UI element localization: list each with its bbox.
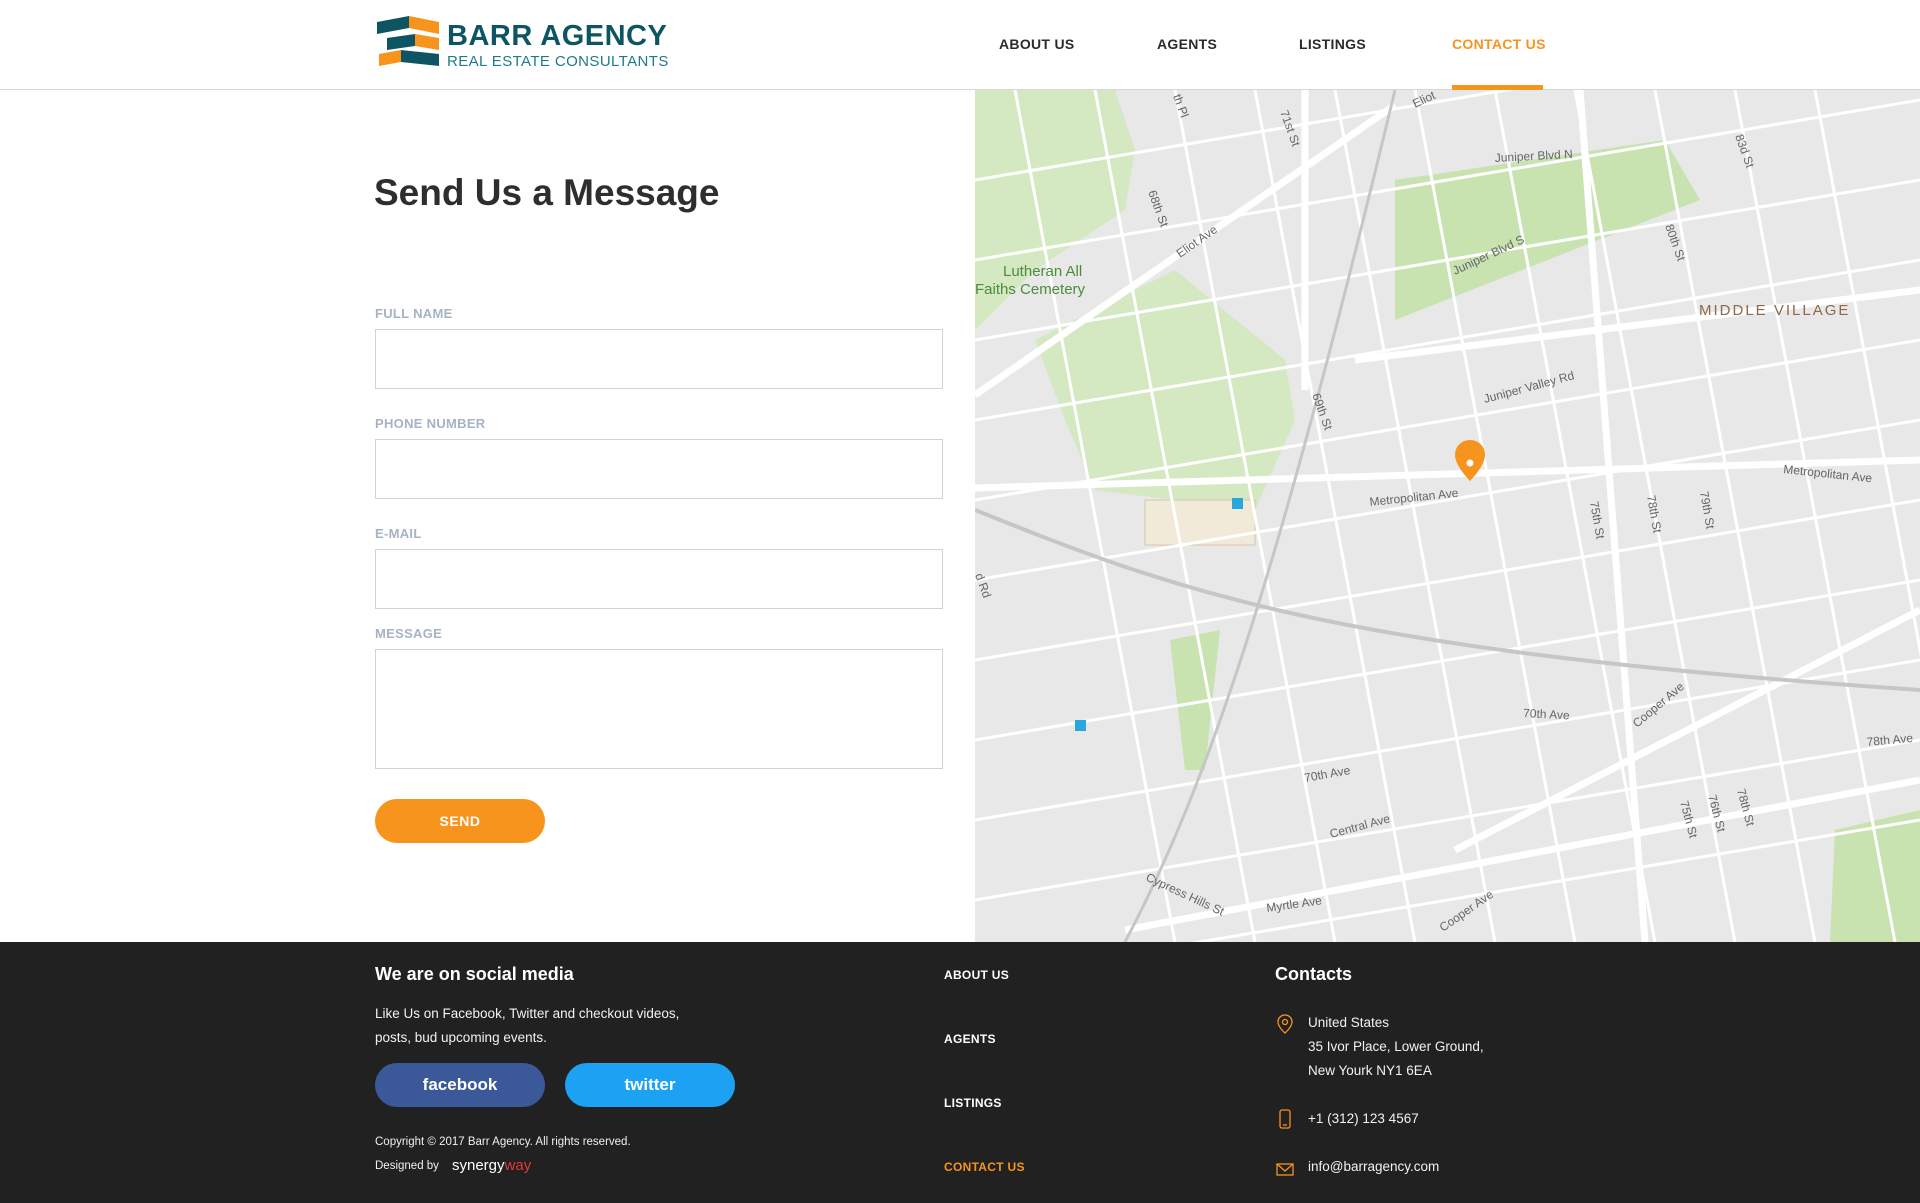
place-label-1: Lutheran All	[1003, 263, 1082, 280]
nav-about-us[interactable]: ABOUT US	[999, 36, 1075, 52]
location-map[interactable]: MIDDLE VILLAGE Lutheran All Faiths Cemet…	[975, 90, 1920, 942]
contact-phone[interactable]: +1 (312) 123 4567	[1308, 1107, 1419, 1131]
footer-link-about-us[interactable]: ABOUT US	[944, 968, 1009, 982]
address-line-1: United States	[1308, 1015, 1390, 1030]
facebook-button[interactable]: facebook	[375, 1063, 545, 1107]
designed-by-label: Designed by	[375, 1160, 439, 1172]
email-label: E-MAIL	[375, 526, 422, 541]
address-line-3: New Yourk NY1 6EA	[1308, 1063, 1432, 1078]
social-heading: We are on social media	[375, 964, 574, 984]
email-input[interactable]	[375, 549, 943, 609]
site-header: BARR AGENCY REAL ESTATE CONSULTANTS ABOU…	[0, 0, 1920, 90]
email-icon	[1276, 1163, 1294, 1176]
send-button[interactable]: SEND	[375, 799, 545, 843]
location-icon	[1277, 1014, 1293, 1034]
address-line-2: 35 Ivor Place, Lower Ground,	[1308, 1039, 1484, 1054]
brand-name: BARR AGENCY	[447, 20, 668, 52]
full-name-label: FULL NAME	[375, 306, 453, 321]
footer-link-agents[interactable]: AGENTS	[944, 1032, 996, 1046]
metro-icon-2	[1075, 720, 1086, 731]
copyright-text: Copyright © 2017 Barr Agency. All rights…	[375, 1136, 631, 1148]
footer-link-listings[interactable]: LISTINGS	[944, 1096, 1002, 1110]
contact-email[interactable]: info@barragency.com	[1308, 1155, 1439, 1179]
street-label: 70th Ave	[1523, 706, 1570, 722]
full-name-input[interactable]	[375, 329, 943, 389]
nav-agents[interactable]: AGENTS	[1157, 36, 1217, 52]
brand-tagline: REAL ESTATE CONSULTANTS	[447, 53, 669, 70]
message-textarea[interactable]	[375, 649, 943, 769]
contacts-heading: Contacts	[1275, 964, 1353, 984]
footer-link-contact-us[interactable]: CONTACT US	[944, 1160, 1025, 1174]
designer-name-part-2: way	[504, 1157, 532, 1174]
social-text-line-2: posts, bud upcoming events.	[375, 1030, 547, 1045]
designer-logo[interactable]: synergyway	[452, 1157, 531, 1174]
brand-logo[interactable]: BARR AGENCY REAL ESTATE CONSULTANTS	[375, 14, 668, 72]
form-title: Send Us a Message	[374, 172, 720, 213]
barr-agency-logo-icon	[377, 16, 439, 66]
message-label: MESSAGE	[375, 626, 443, 641]
phone-input[interactable]	[375, 439, 943, 499]
phone-label: PHONE NUMBER	[375, 416, 486, 431]
designer-name-part-1: synergy	[452, 1157, 505, 1174]
place-label-2: Faiths Cemetery	[975, 281, 1086, 298]
metro-icon	[1232, 498, 1243, 509]
nav-contact-us[interactable]: CONTACT US	[1452, 36, 1546, 52]
phone-icon	[1279, 1109, 1291, 1129]
twitter-button[interactable]: twitter	[565, 1063, 735, 1107]
area-label: MIDDLE VILLAGE	[1699, 302, 1850, 319]
site-footer: We are on social media Like Us on Facebo…	[0, 942, 1920, 1203]
social-text-line-1: Like Us on Facebook, Twitter and checkou…	[375, 1006, 680, 1021]
nav-listings[interactable]: LISTINGS	[1299, 36, 1366, 52]
